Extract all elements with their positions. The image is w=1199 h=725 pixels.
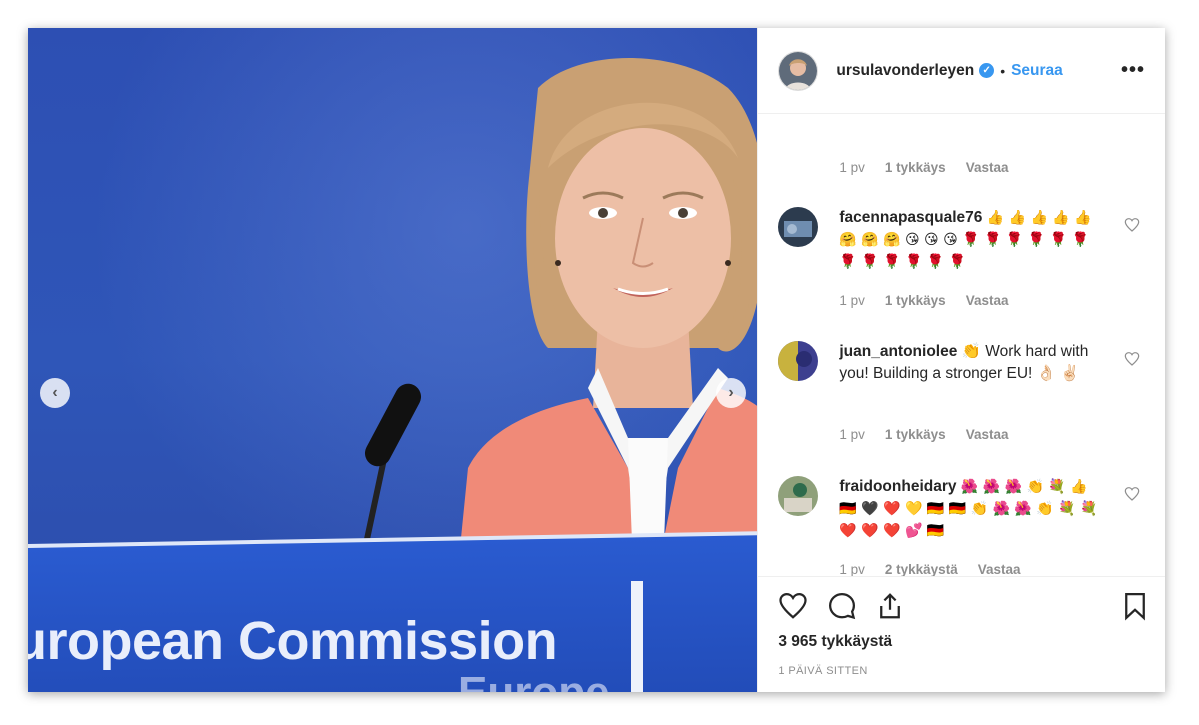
chevron-left-icon: ‹ <box>52 384 58 401</box>
comment-time: 1 pv <box>839 160 865 175</box>
previous-photo-button[interactable]: ‹ <box>40 378 70 408</box>
comment-username[interactable]: juan_antoniolee <box>839 343 957 360</box>
commenter-avatar[interactable] <box>778 341 819 381</box>
post-footer: 3 965 tykkäystä 1 PÄIVÄ SITTEN <box>758 576 1165 692</box>
comment-likes[interactable]: 1 tykkäys <box>885 427 946 442</box>
comment-meta: 1 pv 2 tykkäystä Vastaa <box>839 562 1139 577</box>
share-icon[interactable] <box>875 591 905 621</box>
reply-button[interactable]: Vastaa <box>966 293 1009 308</box>
comment-time: 1 pv <box>839 562 865 577</box>
post-side-panel: ursulavonderleyen ✓ • Seuraa ••• 1 pv 1 … <box>757 28 1165 692</box>
save-bookmark-icon[interactable] <box>1120 591 1150 621</box>
next-photo-button[interactable]: › <box>716 378 746 408</box>
reply-button[interactable]: Vastaa <box>978 562 1021 577</box>
comment-username[interactable]: fraidoonheidary <box>839 478 956 495</box>
like-comment-heart-icon[interactable] <box>1124 217 1140 233</box>
comment-meta: 1 pv 1 tykkäys Vastaa <box>839 427 1139 442</box>
podium-sign-text-secondary: Europe <box>458 668 610 692</box>
podium-sign-text: uropean Commission <box>28 611 558 671</box>
comment-meta: 1 pv 1 tykkäys Vastaa <box>839 160 1028 175</box>
reply-button[interactable]: Vastaa <box>966 427 1009 442</box>
like-comment-heart-icon[interactable] <box>1124 351 1140 367</box>
comment-username[interactable]: facennapasquale76 <box>839 209 982 226</box>
comment-body: facennapasquale76 👍 👍 👍 👍 👍 🤗 🤗 🤗 😘 😘 😘 … <box>839 207 1109 273</box>
comment-likes[interactable]: 2 tykkäystä <box>885 562 958 577</box>
post-photo[interactable]: uropean Commission Europe ‹ › <box>28 28 758 692</box>
speaker-figure <box>458 58 758 568</box>
commenter-avatar[interactable] <box>778 476 819 516</box>
comment-bubble-icon[interactable] <box>827 591 857 621</box>
post-header: ursulavonderleyen ✓ • Seuraa ••• <box>758 28 1165 114</box>
post-card: uropean Commission Europe ‹ › ursulavond… <box>28 28 1165 692</box>
commenter-avatar-image <box>778 207 819 247</box>
reply-button[interactable]: Vastaa <box>966 160 1009 175</box>
post-timestamp: 1 PÄIVÄ SITTEN <box>778 665 868 677</box>
commenter-avatar-image <box>778 476 819 516</box>
comment-meta: 1 pv 1 tykkäys Vastaa <box>839 293 1139 308</box>
more-options-icon[interactable]: ••• <box>1121 59 1145 82</box>
author-username[interactable]: ursulavonderleyen <box>836 62 974 80</box>
like-comment-heart-icon[interactable] <box>1124 486 1140 502</box>
comment-body: fraidoonheidary 🌺 🌺 🌺 👏 💐 👍 🇩🇪 🖤 ❤️ 💛 🇩🇪… <box>839 476 1109 542</box>
comment-time: 1 pv <box>839 427 865 442</box>
author-avatar[interactable] <box>778 50 819 91</box>
author-avatar-image <box>779 51 818 90</box>
chevron-right-icon: › <box>728 384 734 401</box>
comment-time: 1 pv <box>839 293 865 308</box>
podium-divider <box>631 581 643 692</box>
commenter-avatar-image <box>778 341 819 381</box>
post-likes-count[interactable]: 3 965 tykkäystä <box>778 633 892 651</box>
comment-body: juan_antoniolee 👏 Work hard with you! Bu… <box>839 341 1109 385</box>
comment-likes[interactable]: 1 tykkäys <box>885 293 946 308</box>
follow-button[interactable]: Seuraa <box>1011 62 1063 80</box>
comment-likes[interactable]: 1 tykkäys <box>885 160 946 175</box>
header-separator: • <box>1000 62 1006 79</box>
action-bar <box>778 591 1150 623</box>
commenter-avatar[interactable] <box>778 207 819 247</box>
verified-badge-icon: ✓ <box>979 63 995 78</box>
like-heart-icon[interactable] <box>778 591 808 621</box>
